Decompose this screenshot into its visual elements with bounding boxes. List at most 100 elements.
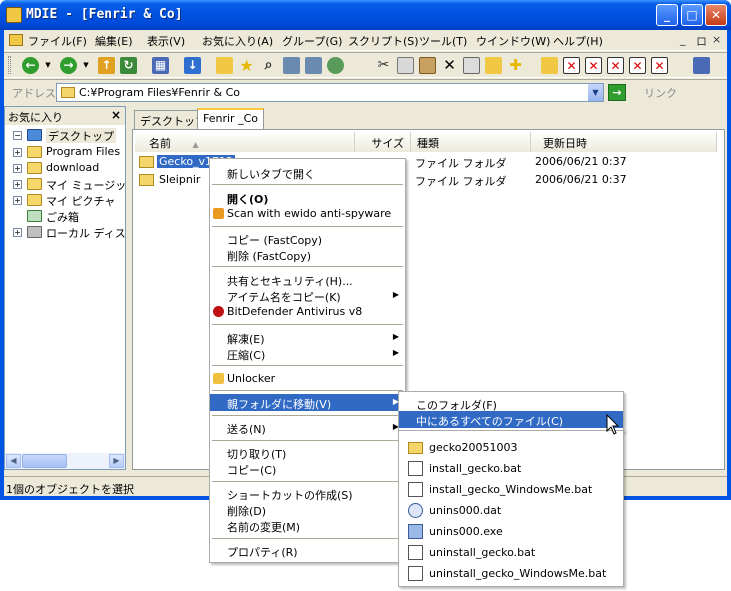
- list-item[interactable]: install_gecko.bat: [399, 458, 623, 479]
- up-icon[interactable]: ↑: [98, 57, 115, 74]
- menu-group[interactable]: グループ(G): [282, 33, 342, 49]
- favorites-hscrollbar[interactable]: ◀ ▶: [5, 453, 125, 469]
- properties-icon[interactable]: [463, 57, 480, 74]
- star-icon[interactable]: ★: [238, 57, 255, 74]
- image-icon[interactable]: [283, 57, 300, 74]
- menu-item-bitdefender[interactable]: BitDefender Antivirus v8: [210, 303, 405, 320]
- back-dropdown-icon[interactable]: ▼: [44, 57, 52, 74]
- go-button[interactable]: →: [608, 84, 626, 101]
- expand-icon[interactable]: +: [13, 164, 22, 173]
- menu-view[interactable]: 表示(V): [147, 33, 185, 49]
- menu-item-delete-fastcopy[interactable]: 削除 (FastCopy): [210, 246, 405, 263]
- menu-item-this-folder[interactable]: このフォルダ(F): [399, 395, 623, 412]
- menu-item-scan[interactable]: Scan with ewido anti-spyware: [210, 205, 405, 222]
- views-icon[interactable]: ▦: [152, 57, 169, 74]
- menu-item-cut[interactable]: 切り取り(T): [210, 444, 405, 461]
- menu-edit[interactable]: 編集(E): [95, 33, 133, 49]
- close-other-tabs-icon[interactable]: ✕: [651, 57, 668, 74]
- list-item[interactable]: uninstall_gecko.bat: [399, 542, 623, 563]
- menu-item-open[interactable]: 開く(O): [210, 189, 405, 206]
- list-item[interactable]: unins000.dat: [399, 500, 623, 521]
- new-folder-icon[interactable]: [485, 57, 502, 74]
- tab-fenrir-co[interactable]: Fenrir _Co: [197, 108, 264, 129]
- minimize-button[interactable]: _: [656, 4, 678, 26]
- menu-item-all-files[interactable]: 中にあるすべてのファイル(C): [399, 411, 623, 428]
- list-item[interactable]: install_gecko_WindowsMe.bat: [399, 479, 623, 500]
- close-tab-icon[interactable]: ✕: [563, 57, 580, 74]
- tree-item-my-pictures[interactable]: + マイ ピクチャ: [5, 192, 125, 208]
- menu-script[interactable]: スクリプト(S): [348, 33, 419, 49]
- list-item[interactable]: unins000.exe: [399, 521, 623, 542]
- back-icon[interactable]: ←: [22, 57, 39, 74]
- delete-icon[interactable]: ✕: [441, 57, 458, 74]
- title-bar[interactable]: MDIE - [Fenrir & Co] _ □ ✕: [0, 0, 731, 30]
- list-item[interactable]: uninstall_gecko_WindowsMe.bat: [399, 563, 623, 584]
- search-icon[interactable]: ⌕: [260, 57, 277, 74]
- lock-icon[interactable]: [541, 57, 558, 74]
- address-input[interactable]: C:¥Program Files¥Fenrir & Co ▼: [56, 83, 604, 102]
- close-button[interactable]: ✕: [705, 4, 727, 26]
- document-icon[interactable]: [9, 34, 23, 46]
- column-type[interactable]: 種類: [411, 132, 531, 152]
- tree-item-my-music[interactable]: + マイ ミュージック: [5, 176, 125, 192]
- forward-dropdown-icon[interactable]: ▼: [82, 57, 90, 74]
- tree-item-desktop[interactable]: − デスクトップ: [5, 127, 125, 143]
- menu-file[interactable]: ファイル(F): [28, 33, 87, 49]
- globe-icon[interactable]: [327, 57, 344, 74]
- column-name[interactable]: 名前 ▲: [135, 132, 355, 152]
- drive-icon[interactable]: [305, 57, 322, 74]
- paste-icon[interactable]: [419, 57, 436, 74]
- close-all-tabs-icon[interactable]: ✕: [585, 57, 602, 74]
- sort-icon[interactable]: ↓: [184, 57, 201, 74]
- menu-window[interactable]: ウインドウ(W): [476, 33, 550, 49]
- address-value[interactable]: C:¥Program Files¥Fenrir & Co: [79, 86, 240, 99]
- toolbar-grip[interactable]: [8, 56, 11, 74]
- menu-item-open-in-tab[interactable]: 新しいタブで開く: [210, 164, 405, 181]
- list-item[interactable]: gecko20051003: [399, 437, 623, 458]
- copy-icon[interactable]: [397, 57, 414, 74]
- menu-favorites[interactable]: お気に入り(A): [202, 33, 273, 49]
- expand-icon[interactable]: +: [13, 196, 22, 205]
- mdi-close-button[interactable]: ×: [712, 33, 721, 46]
- expand-icon[interactable]: +: [13, 148, 22, 157]
- maximize-button[interactable]: □: [681, 4, 703, 26]
- menu-item-move-to-parent[interactable]: 親フォルダに移動(V) ▶: [210, 394, 405, 411]
- menu-item-copy-fastcopy[interactable]: コピー (FastCopy): [210, 230, 405, 247]
- tree-item-local-disk[interactable]: + ローカル ディスク: [5, 224, 125, 240]
- expand-icon[interactable]: +: [13, 180, 22, 189]
- column-size[interactable]: サイズ: [355, 132, 411, 152]
- menu-item-copy-name[interactable]: アイテム名をコピー(K) ▶: [210, 287, 405, 304]
- menu-item-sharing[interactable]: 共有とセキュリティ(H)...: [210, 271, 405, 288]
- expand-icon[interactable]: −: [13, 131, 22, 140]
- menu-item-rename[interactable]: 名前の変更(M): [210, 517, 405, 534]
- menu-tools[interactable]: ツール(T): [419, 33, 467, 49]
- cut-icon[interactable]: ✂: [375, 57, 392, 74]
- file-name[interactable]: Sleipnir: [157, 173, 202, 186]
- tree-item-recycle-bin[interactable]: ごみ箱: [5, 208, 125, 224]
- scroll-left-button[interactable]: ◀: [6, 454, 21, 468]
- menu-item-extract[interactable]: 解凍(E) ▶: [210, 329, 405, 346]
- menu-item-unlocker[interactable]: Unlocker: [210, 370, 405, 387]
- menu-item-create-shortcut[interactable]: ショートカットの作成(S): [210, 485, 405, 502]
- folders-icon[interactable]: [216, 57, 233, 74]
- menu-item-compress[interactable]: 圧縮(C) ▶: [210, 345, 405, 362]
- scroll-right-button[interactable]: ▶: [109, 454, 124, 468]
- mdi-restore-button[interactable]: ロ: [696, 33, 707, 49]
- links-label[interactable]: リンク: [644, 85, 677, 101]
- mdi-minimize-button[interactable]: _: [680, 33, 686, 46]
- close-right-tabs-icon[interactable]: ✕: [629, 57, 646, 74]
- menu-item-copy[interactable]: コピー(C): [210, 460, 405, 477]
- refresh-icon[interactable]: ↻: [120, 57, 137, 74]
- add-favorite-icon[interactable]: ✚: [507, 57, 524, 74]
- favorites-close-button[interactable]: ×: [111, 108, 121, 122]
- scroll-thumb[interactable]: [22, 454, 67, 468]
- address-dropdown-button[interactable]: ▼: [587, 84, 603, 101]
- window-list-icon[interactable]: [693, 57, 710, 74]
- tree-item-download[interactable]: + download: [5, 160, 125, 176]
- menu-item-properties[interactable]: プロパティ(R): [210, 542, 405, 559]
- menu-help[interactable]: ヘルプ(H): [553, 33, 603, 49]
- close-left-tabs-icon[interactable]: ✕: [607, 57, 624, 74]
- menu-item-delete[interactable]: 削除(D): [210, 501, 405, 518]
- forward-icon[interactable]: →: [60, 57, 77, 74]
- menu-item-send-to[interactable]: 送る(N) ▶: [210, 419, 405, 436]
